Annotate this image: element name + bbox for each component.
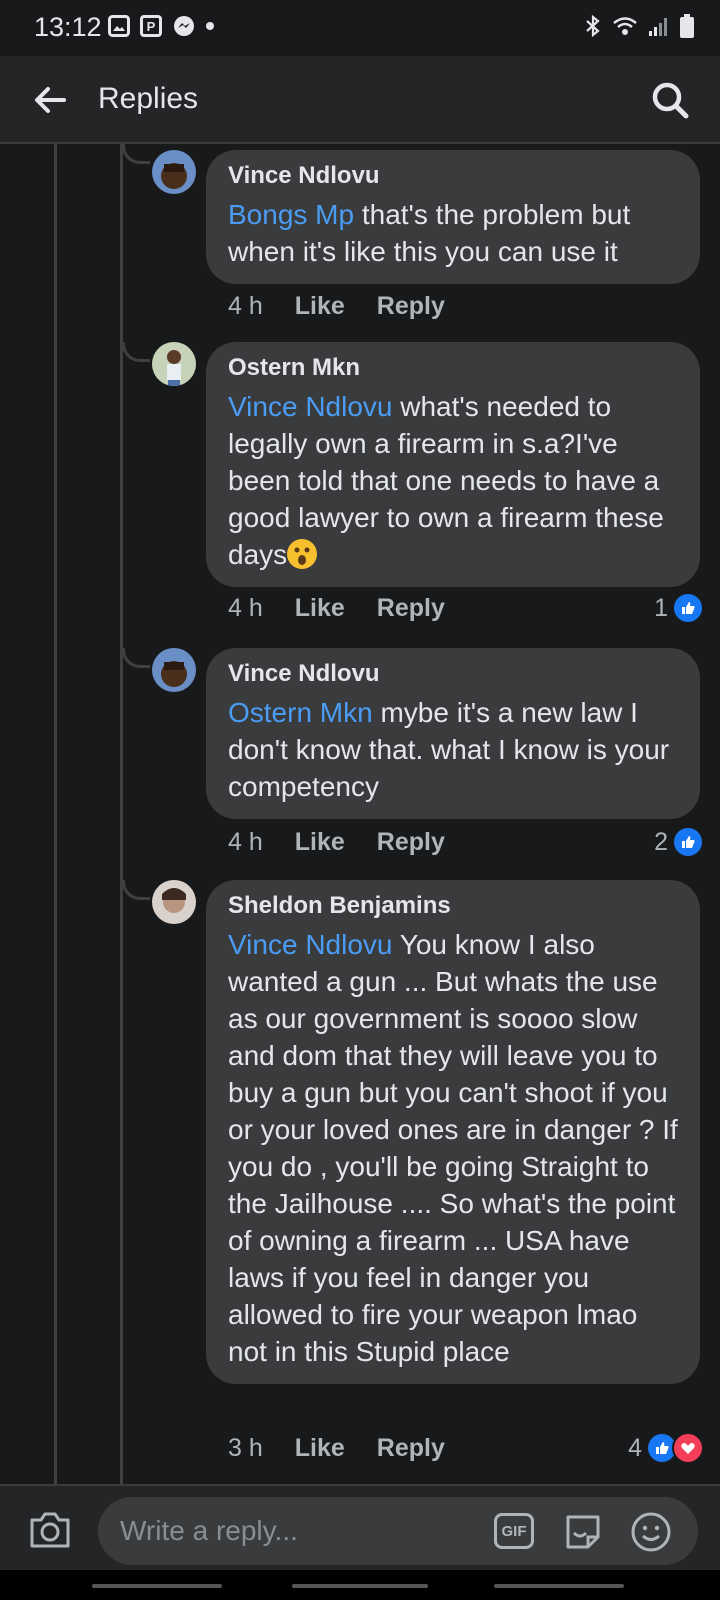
thread-connector	[122, 342, 150, 362]
comment-age: 4 h	[228, 292, 263, 320]
comment-text: Ostern Mkn mybe it's a new law I don't k…	[228, 694, 678, 805]
comment-bubble[interactable]: Vince Ndlovu Ostern Mkn mybe it's a new …	[206, 648, 700, 819]
astonished-emoji-icon	[287, 539, 318, 569]
comment-actions: 4 h Like Reply	[228, 594, 445, 623]
comment-actions: 4 h Like Reply	[228, 828, 445, 857]
page-title: Replies	[98, 82, 199, 115]
messenger-icon	[174, 16, 194, 36]
replies-thread[interactable]: Vince Ndlovu Bongs Mp that's the problem…	[0, 144, 720, 1484]
nav-recents[interactable]	[92, 1584, 222, 1588]
reply-bar: Write a reply... GIF	[0, 1484, 720, 1572]
thread-connector	[122, 648, 150, 668]
like-button[interactable]: Like	[295, 594, 345, 623]
like-button[interactable]: Like	[295, 828, 345, 857]
reply-button[interactable]: Reply	[377, 594, 445, 623]
like-button[interactable]: Like	[295, 1434, 345, 1463]
thread-connector	[122, 880, 150, 900]
avatar[interactable]	[152, 342, 196, 386]
like-button[interactable]: Like	[295, 292, 345, 321]
comment-actions: 3 h Like Reply	[228, 1434, 445, 1463]
avatar[interactable]	[152, 880, 196, 924]
emoji-icon[interactable]	[630, 1511, 672, 1553]
reaction-count: 2	[654, 827, 668, 856]
comment-bubble[interactable]: Ostern Mkn Vince Ndlovu what's needed to…	[206, 342, 700, 587]
avatar[interactable]	[152, 648, 196, 692]
reply-input[interactable]: Write a reply... GIF	[98, 1497, 698, 1565]
mention-link[interactable]: Bongs Mp	[228, 199, 354, 230]
mention-link[interactable]: Vince Ndlovu	[228, 929, 392, 960]
mention-link[interactable]: Vince Ndlovu	[228, 391, 392, 422]
avatar[interactable]	[152, 150, 196, 194]
comment-author[interactable]: Vince Ndlovu	[228, 660, 678, 688]
battery-icon	[680, 14, 694, 38]
thread-connector	[122, 144, 150, 164]
like-reaction-icon	[672, 826, 704, 858]
wifi-icon	[613, 17, 637, 35]
comment-body: You know I also wanted a gun ... But wha…	[228, 929, 678, 1367]
love-reaction-icon	[672, 1432, 704, 1464]
comment-age: 3 h	[228, 1434, 263, 1462]
comment-bubble[interactable]: Vince Ndlovu Bongs Mp that's the problem…	[206, 150, 700, 284]
reply-button[interactable]: Reply	[377, 292, 445, 321]
reaction-count: 4	[628, 1433, 642, 1462]
app-header: Replies	[0, 56, 720, 144]
clock: 13:12	[34, 12, 102, 42]
comment-author[interactable]: Sheldon Benjamins	[228, 892, 678, 920]
comment-text: Vince Ndlovu what's needed to legally ow…	[228, 388, 678, 573]
mention-link[interactable]: Ostern Mkn	[228, 697, 373, 728]
back-arrow-icon[interactable]	[30, 80, 70, 120]
bluetooth-icon	[586, 14, 600, 38]
reaction-summary[interactable]: 4	[628, 1432, 704, 1464]
reply-placeholder: Write a reply...	[120, 1515, 298, 1546]
reaction-summary[interactable]: 2	[654, 826, 704, 858]
gif-button[interactable]: GIF	[494, 1513, 534, 1549]
search-icon[interactable]	[648, 78, 692, 122]
dot-icon	[206, 22, 214, 30]
reaction-summary[interactable]: 1	[654, 592, 704, 624]
comment-actions: 4 h Like Reply	[228, 292, 445, 321]
comment-age: 4 h	[228, 828, 263, 856]
comment-text: Bongs Mp that's the problem but when it'…	[228, 196, 678, 270]
comment-text: Vince Ndlovu You know I also wanted a gu…	[228, 926, 678, 1370]
comment-bubble[interactable]: Sheldon Benjamins Vince Ndlovu You know …	[206, 880, 700, 1384]
camera-icon[interactable]	[28, 1508, 72, 1550]
status-bar: 13:12 P	[0, 0, 720, 56]
nav-home[interactable]	[292, 1584, 428, 1588]
comment-author[interactable]: Ostern Mkn	[228, 354, 678, 382]
p-icon: P	[140, 15, 162, 37]
reaction-count: 1	[654, 593, 668, 622]
signal-icon	[649, 18, 667, 36]
thread-line	[54, 144, 57, 1484]
reply-button[interactable]: Reply	[377, 1434, 445, 1463]
comment-author[interactable]: Vince Ndlovu	[228, 162, 678, 190]
like-reaction-icon	[672, 592, 704, 624]
sticker-icon[interactable]	[562, 1511, 604, 1553]
system-nav-bar	[0, 1570, 720, 1600]
reply-button[interactable]: Reply	[377, 828, 445, 857]
nav-back[interactable]	[494, 1584, 624, 1588]
comment-age: 4 h	[228, 594, 263, 622]
image-icon	[108, 15, 130, 37]
